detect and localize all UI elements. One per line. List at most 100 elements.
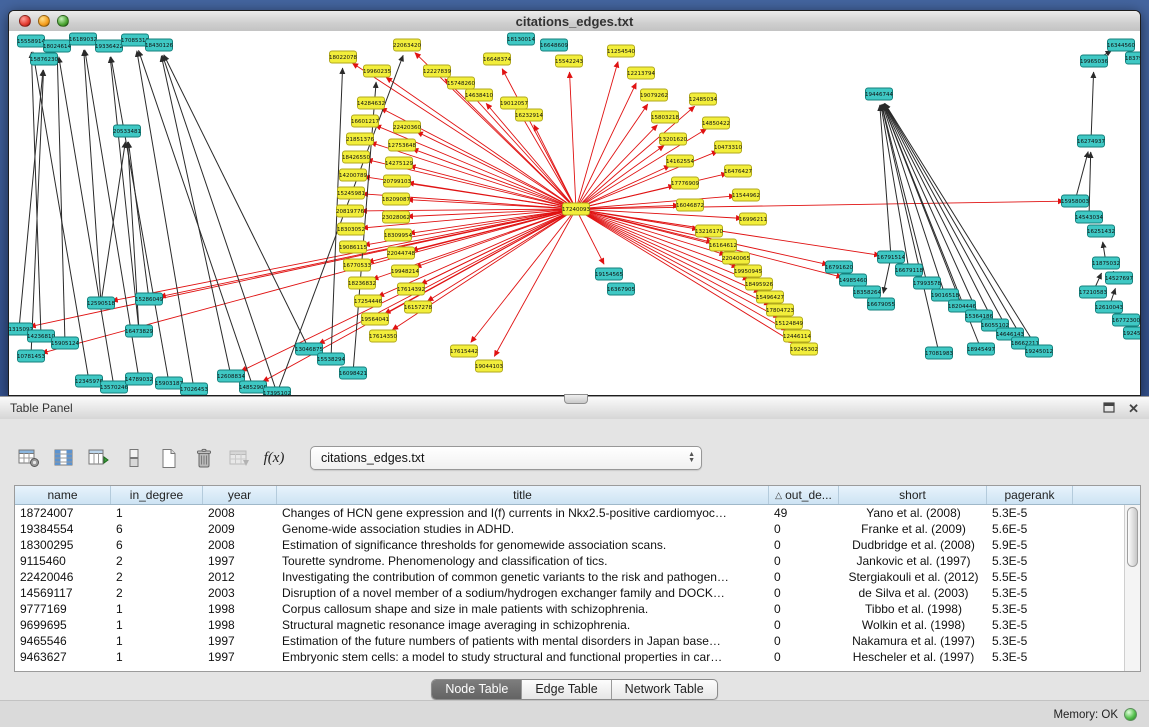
table-scrollbar-thumb[interactable] — [1127, 507, 1138, 567]
table-row[interactable]: 969969511998Structural magnetic resonanc… — [15, 617, 1140, 633]
column-header-out-degree[interactable]: △ out_de... — [769, 486, 839, 504]
citation-edge[interactable] — [128, 142, 149, 299]
citation-edge[interactable] — [161, 56, 231, 376]
graph-node[interactable]: 16679055 — [867, 298, 895, 310]
zoom-window-button[interactable] — [57, 15, 69, 27]
graph-node[interactable]: 14284632 — [357, 97, 385, 109]
graph-node[interactable]: 18379462 — [1125, 52, 1140, 64]
graph-node[interactable]: 15905124 — [51, 337, 79, 349]
graph-node[interactable]: 17081983 — [925, 347, 953, 359]
graph-node[interactable]: 18303052 — [337, 223, 365, 235]
graph-node[interactable]: 19245066 — [1123, 327, 1140, 339]
table-row[interactable]: 1872400712008Changes of HCN gene express… — [15, 505, 1140, 521]
rows-icon[interactable] — [121, 445, 147, 471]
graph-node[interactable]: 20819776 — [336, 205, 364, 217]
close-panel-icon[interactable]: ✕ — [1128, 402, 1139, 415]
graph-node[interactable]: 13201620 — [659, 133, 687, 145]
graph-node[interactable]: 14275129 — [385, 157, 413, 169]
graph-node[interactable]: 14543034 — [1075, 211, 1103, 223]
graph-node[interactable]: 15803218 — [651, 111, 679, 123]
show-columns-icon[interactable] — [51, 445, 77, 471]
graph-node[interactable]: 20533481 — [113, 125, 141, 137]
graph-node[interactable]: 15496427 — [756, 291, 784, 303]
memory-ok-indicator[interactable] — [1124, 708, 1137, 721]
citation-edge-red[interactable] — [576, 201, 1064, 209]
graph-node[interactable]: 17615442 — [450, 345, 478, 357]
graph-node[interactable]: 23028062 — [382, 211, 410, 223]
graph-node[interactable]: 17026453 — [180, 383, 208, 395]
close-window-button[interactable] — [19, 15, 31, 27]
graph-node[interactable]: 14638410 — [465, 89, 493, 101]
table-row[interactable]: 946554611997Estimation of the future num… — [15, 633, 1140, 649]
table-row[interactable]: 977716911998Corpus callosum shape and si… — [15, 601, 1140, 617]
graph-node[interactable]: 17993578 — [913, 277, 941, 289]
column-header-pagerank[interactable]: pagerank — [987, 486, 1073, 504]
citation-edge-red[interactable] — [570, 72, 576, 209]
graph-node[interactable]: 16251432 — [1087, 225, 1115, 237]
column-header-name[interactable]: name — [15, 486, 111, 504]
graph-node[interactable]: 12227839 — [423, 65, 451, 77]
graph-node[interactable]: 14789032 — [125, 373, 153, 385]
graph-node[interactable]: 19564041 — [361, 313, 389, 325]
graph-node[interactable]: 14162554 — [666, 155, 694, 167]
citation-edge[interactable] — [31, 52, 41, 336]
split-pane-grip[interactable] — [564, 394, 588, 404]
graph-node[interactable]: 18309954 — [384, 229, 412, 241]
graph-node[interactable]: 22420360 — [393, 121, 421, 133]
graph-node[interactable]: 12446114 — [783, 330, 811, 342]
graph-node[interactable]: 18022078 — [329, 51, 357, 63]
graph-node[interactable]: 18426550 — [342, 151, 370, 163]
graph-node[interactable]: 16473829 — [125, 325, 153, 337]
graph-node[interactable]: 19044103 — [475, 360, 503, 372]
graph-node[interactable]: 16476427 — [724, 165, 752, 177]
graph-node[interactable]: 15124849 — [775, 317, 803, 329]
function-builder-icon[interactable]: f(x) — [261, 445, 287, 471]
graph-node[interactable]: 15538294 — [317, 353, 345, 365]
graph-node[interactable]: 16648374 — [483, 53, 511, 65]
graph-node[interactable]: 16098421 — [339, 367, 367, 379]
table-row[interactable]: 946362711997Embryonic stem cells: a mode… — [15, 649, 1140, 665]
graph-node[interactable]: 16189032 — [69, 33, 97, 45]
table-row[interactable]: 1456911722003Disruption of a novel membe… — [15, 585, 1140, 601]
citation-edge-red[interactable] — [502, 69, 576, 209]
citation-edge[interactable] — [139, 50, 253, 387]
graph-node[interactable]: 13216170 — [695, 225, 723, 237]
graph-node[interactable]: 12213794 — [627, 67, 655, 79]
citation-edge[interactable] — [31, 70, 44, 356]
graph-node[interactable]: 14850422 — [702, 117, 730, 129]
graph-node[interactable]: 12590518 — [87, 297, 115, 309]
graph-node[interactable]: 18495926 — [745, 278, 773, 290]
graph-node[interactable]: 18130014 — [507, 33, 535, 45]
citation-edge[interactable] — [1075, 152, 1088, 201]
graph-node[interactable]: 19950945 — [734, 265, 762, 277]
graph-node[interactable]: 16344560 — [1107, 39, 1135, 51]
graph-node[interactable]: 12610043 — [1095, 301, 1123, 313]
column-header-year[interactable]: year — [203, 486, 277, 504]
graph-node[interactable]: 19016518 — [931, 289, 959, 301]
graph-node[interactable]: 19012057 — [500, 97, 528, 109]
graph-node[interactable]: 19245302 — [790, 343, 818, 355]
graph-node[interactable]: 16046872 — [676, 199, 704, 211]
graph-node[interactable]: 19154565 — [595, 268, 623, 280]
graph-node[interactable]: 19948214 — [391, 265, 419, 277]
graph-node[interactable]: 18024614 — [43, 40, 71, 52]
graph-node[interactable]: 15876230 — [30, 53, 58, 65]
citation-edge-red[interactable] — [471, 209, 576, 342]
citation-edge[interactable] — [101, 142, 125, 303]
graph-node[interactable]: 16367905 — [607, 283, 635, 295]
graph-node[interactable]: 15542243 — [555, 55, 583, 67]
graph-node[interactable]: 18236832 — [348, 277, 376, 289]
graph-node[interactable]: 12753648 — [388, 139, 416, 151]
graph-node[interactable]: 16996211 — [739, 213, 767, 225]
column-header-title[interactable]: title — [277, 486, 769, 504]
graph-node[interactable]: 20799103 — [383, 175, 411, 187]
citation-edge-red[interactable] — [576, 174, 727, 209]
create-column-icon[interactable] — [86, 445, 112, 471]
delete-icon[interactable] — [191, 445, 217, 471]
table-scrollbar[interactable] — [1124, 505, 1140, 671]
graph-node[interactable]: 14985460 — [839, 274, 867, 286]
graph-node[interactable]: 19245012 — [1025, 345, 1053, 357]
graph-node[interactable]: 17210583 — [1079, 286, 1107, 298]
network-canvas[interactable]: 1555891418024614161890321933642217085310… — [9, 31, 1140, 395]
graph-node[interactable]: 12485034 — [689, 93, 717, 105]
